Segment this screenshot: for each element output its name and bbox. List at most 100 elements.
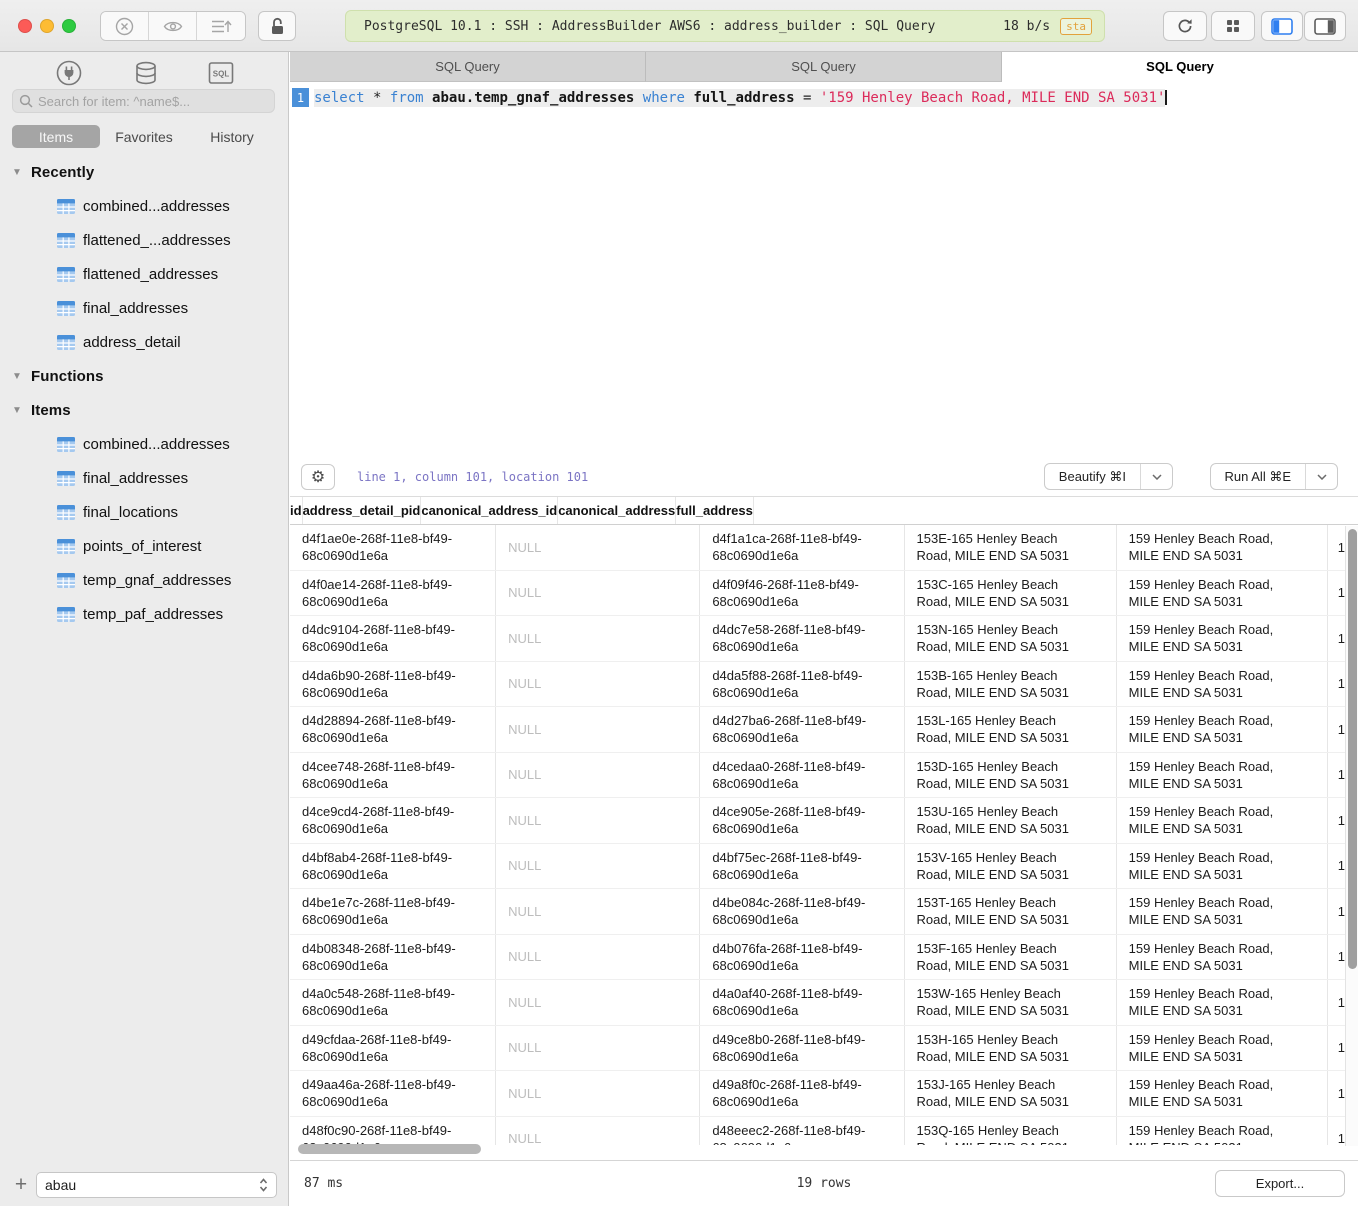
cell-canonical-address[interactable]: 153D-165 Henley Beach Road, MILE END SA … <box>905 753 1117 798</box>
cell-id[interactable]: d4bf8ab4-268f-11e8-bf49-68c0690d1e6a <box>290 844 496 889</box>
cell-full-address[interactable]: 159 Henley Beach Road, MILE END SA 5031 <box>1117 753 1328 798</box>
cell-full-address[interactable]: 159 Henley Beach Road, MILE END SA 5031 <box>1117 1026 1328 1071</box>
toggle-left-panel-button[interactable] <box>1261 11 1303 41</box>
cell-canonical-address[interactable]: 153N-165 Henley Beach Road, MILE END SA … <box>905 616 1117 661</box>
cell-full-address[interactable]: 159 Henley Beach Road, MILE END SA 5031 <box>1117 980 1328 1025</box>
cell-full-address[interactable]: 159 Henley Beach Road, MILE END SA 5031 <box>1117 844 1328 889</box>
cell-next-column-fragment[interactable]: 1 <box>1328 980 1345 1025</box>
table-row[interactable]: d4f1ae0e-268f-11e8-bf49-68c0690d1e6a NUL… <box>290 525 1345 571</box>
cell-full-address[interactable]: 159 Henley Beach Road, MILE END SA 5031 <box>1117 798 1328 843</box>
cell-address-detail-pid[interactable]: NULL <box>496 707 700 752</box>
cell-canonical-address-id[interactable]: d48eeec2-268f-11e8-bf49-68c0690d1e6a <box>700 1117 904 1146</box>
table-row[interactable]: d4a0c548-268f-11e8-bf49-68c0690d1e6a NUL… <box>290 980 1345 1026</box>
cell-next-column-fragment[interactable]: 1 <box>1328 753 1345 798</box>
cell-id[interactable]: d49aa46a-268f-11e8-bf49-68c0690d1e6a <box>290 1071 496 1116</box>
cell-address-detail-pid[interactable]: NULL <box>496 798 700 843</box>
table-row[interactable]: d49aa46a-268f-11e8-bf49-68c0690d1e6a NUL… <box>290 1071 1345 1117</box>
cell-address-detail-pid[interactable]: NULL <box>496 889 700 934</box>
table-row[interactable]: d4da6b90-268f-11e8-bf49-68c0690d1e6a NUL… <box>290 662 1345 708</box>
close-item-button[interactable] <box>101 12 149 40</box>
cell-canonical-address[interactable]: 153T-165 Henley Beach Road, MILE END SA … <box>905 889 1117 934</box>
cell-canonical-address-id[interactable]: d49a8f0c-268f-11e8-bf49-68c0690d1e6a <box>700 1071 904 1116</box>
cell-next-column-fragment[interactable]: 1 <box>1328 1071 1345 1116</box>
layout-grid-button[interactable] <box>1211 11 1255 41</box>
cell-canonical-address-id[interactable]: d4f1a1ca-268f-11e8-bf49-68c0690d1e6a <box>700 525 904 570</box>
cell-address-detail-pid[interactable]: NULL <box>496 935 700 980</box>
cell-full-address[interactable]: 159 Henley Beach Road, MILE END SA 5031 <box>1117 889 1328 934</box>
cell-canonical-address-id[interactable]: d4f09f46-268f-11e8-bf49-68c0690d1e6a <box>700 571 904 616</box>
cell-canonical-address-id[interactable]: d4b076fa-268f-11e8-bf49-68c0690d1e6a <box>700 935 904 980</box>
window-zoom-button[interactable] <box>62 19 76 33</box>
run-all-dropdown-button[interactable] <box>1305 464 1337 489</box>
sidebar-tree-row[interactable]: final_addresses <box>0 291 288 325</box>
cell-next-column-fragment[interactable]: 1 <box>1328 889 1345 934</box>
connection-plug-icon[interactable] <box>54 58 84 88</box>
cell-canonical-address[interactable]: 153F-165 Henley Beach Road, MILE END SA … <box>905 935 1117 980</box>
sql-editor[interactable]: 1select * from abau.temp_gnaf_addresses … <box>290 82 1358 458</box>
sidebar-tree-row[interactable]: address_detail <box>0 325 288 359</box>
cell-canonical-address-id[interactable]: d49ce8b0-268f-11e8-bf49-68c0690d1e6a <box>700 1026 904 1071</box>
sidebar-tab[interactable]: Favorites <box>100 125 188 148</box>
cell-full-address[interactable]: 159 Henley Beach Road, MILE END SA 5031 <box>1117 935 1328 980</box>
cell-canonical-address[interactable]: 153B-165 Henley Beach Road, MILE END SA … <box>905 662 1117 707</box>
add-item-button[interactable]: + <box>6 1173 36 1197</box>
export-button[interactable]: Export... <box>1215 1170 1345 1197</box>
window-minimize-button[interactable] <box>40 19 54 33</box>
lock-button[interactable] <box>258 11 296 41</box>
cell-next-column-fragment[interactable]: 1 <box>1328 707 1345 752</box>
cell-canonical-address-id[interactable]: d4bf75ec-268f-11e8-bf49-68c0690d1e6a <box>700 844 904 889</box>
log-button[interactable] <box>197 12 245 40</box>
cell-address-detail-pid[interactable]: NULL <box>496 753 700 798</box>
cell-id[interactable]: d49cfdaa-268f-11e8-bf49-68c0690d1e6a <box>290 1026 496 1071</box>
cell-canonical-address[interactable]: 153L-165 Henley Beach Road, MILE END SA … <box>905 707 1117 752</box>
sidebar-tree-row[interactable]: flattened_...addresses <box>0 223 288 257</box>
cell-canonical-address-id[interactable]: d4da5f88-268f-11e8-bf49-68c0690d1e6a <box>700 662 904 707</box>
table-row[interactable]: d4bf8ab4-268f-11e8-bf49-68c0690d1e6a NUL… <box>290 844 1345 890</box>
column-header[interactable]: id <box>290 497 303 524</box>
preview-button[interactable] <box>149 12 197 40</box>
table-row[interactable]: d4f0ae14-268f-11e8-bf49-68c0690d1e6a NUL… <box>290 571 1345 617</box>
sql-query-tab[interactable]: SQL Query <box>646 52 1002 82</box>
column-header[interactable]: address_detail_pid <box>303 497 422 524</box>
disclosure-triangle-icon[interactable]: ▼ <box>12 405 23 416</box>
cell-canonical-address-id[interactable]: d4a0af40-268f-11e8-bf49-68c0690d1e6a <box>700 980 904 1025</box>
table-row[interactable]: d4cee748-268f-11e8-bf49-68c0690d1e6a NUL… <box>290 753 1345 799</box>
cell-id[interactable]: d4a0c548-268f-11e8-bf49-68c0690d1e6a <box>290 980 496 1025</box>
window-close-button[interactable] <box>18 19 32 33</box>
refresh-button[interactable] <box>1163 11 1207 41</box>
cell-next-column-fragment[interactable]: 1 <box>1328 844 1345 889</box>
cell-canonical-address-id[interactable]: d4be084c-268f-11e8-bf49-68c0690d1e6a <box>700 889 904 934</box>
cell-full-address[interactable]: 159 Henley Beach Road, MILE END SA 5031 <box>1117 571 1328 616</box>
sql-query-tab[interactable]: SQL Query <box>1002 52 1358 82</box>
editor-settings-button[interactable]: ⚙ <box>301 464 335 490</box>
cell-address-detail-pid[interactable]: NULL <box>496 844 700 889</box>
cell-id[interactable]: d4d28894-268f-11e8-bf49-68c0690d1e6a <box>290 707 496 752</box>
toggle-right-panel-button[interactable] <box>1304 11 1346 41</box>
cell-canonical-address-id[interactable]: d4cedaa0-268f-11e8-bf49-68c0690d1e6a <box>700 753 904 798</box>
cell-next-column-fragment[interactable]: 1 <box>1328 525 1345 570</box>
cell-full-address[interactable]: 159 Henley Beach Road, MILE END SA 5031 <box>1117 616 1328 661</box>
cell-canonical-address[interactable]: 153Q-165 Henley Beach Road, MILE END SA … <box>905 1117 1117 1146</box>
cell-next-column-fragment[interactable]: 1 <box>1328 662 1345 707</box>
sidebar-tree-row[interactable]: combined...addresses <box>0 189 288 223</box>
cell-canonical-address[interactable]: 153V-165 Henley Beach Road, MILE END SA … <box>905 844 1117 889</box>
cell-canonical-address[interactable]: 153E-165 Henley Beach Road, MILE END SA … <box>905 525 1117 570</box>
cell-canonical-address[interactable]: 153H-165 Henley Beach Road, MILE END SA … <box>905 1026 1117 1071</box>
cell-next-column-fragment[interactable]: 1 <box>1328 571 1345 616</box>
cell-canonical-address-id[interactable]: d4dc7e58-268f-11e8-bf49-68c0690d1e6a <box>700 616 904 661</box>
cell-canonical-address-id[interactable]: d4ce905e-268f-11e8-bf49-68c0690d1e6a <box>700 798 904 843</box>
cell-address-detail-pid[interactable]: NULL <box>496 571 700 616</box>
cell-address-detail-pid[interactable]: NULL <box>496 525 700 570</box>
cell-address-detail-pid[interactable]: NULL <box>496 980 700 1025</box>
table-row[interactable]: d4dc9104-268f-11e8-bf49-68c0690d1e6a NUL… <box>290 616 1345 662</box>
cell-full-address[interactable]: 159 Henley Beach Road, MILE END SA 5031 <box>1117 707 1328 752</box>
cell-next-column-fragment[interactable]: 1 <box>1328 1026 1345 1071</box>
beautify-button-label[interactable]: Beautify ⌘I <box>1045 464 1140 489</box>
cell-full-address[interactable]: 159 Henley Beach Road, MILE END SA 5031 <box>1117 662 1328 707</box>
database-icon[interactable] <box>132 59 160 87</box>
cell-id[interactable]: d4dc9104-268f-11e8-bf49-68c0690d1e6a <box>290 616 496 661</box>
table-row[interactable]: d4be1e7c-268f-11e8-bf49-68c0690d1e6a NUL… <box>290 889 1345 935</box>
cell-id[interactable]: d48f0c90-268f-11e8-bf49-68c0690d1e6a <box>290 1117 496 1146</box>
sidebar-tree-row[interactable]: combined...addresses <box>0 427 288 461</box>
cell-id[interactable]: d4f0ae14-268f-11e8-bf49-68c0690d1e6a <box>290 571 496 616</box>
